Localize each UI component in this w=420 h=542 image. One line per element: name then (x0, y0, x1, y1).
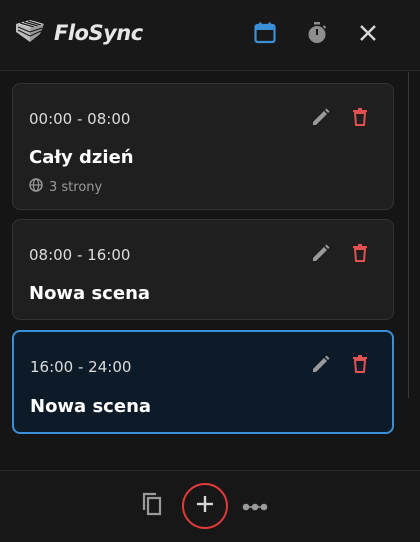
more-icon (241, 497, 269, 516)
scene-title: Cały dzień (29, 147, 134, 168)
logo-icon (14, 18, 48, 48)
stopwatch-button[interactable] (302, 20, 332, 50)
app-header: FloSync (0, 0, 420, 71)
footer-toolbar (0, 471, 420, 542)
more-button[interactable] (240, 495, 270, 517)
scrollbar-track[interactable] (408, 72, 409, 398)
edit-button[interactable] (310, 244, 332, 266)
edit-icon (311, 107, 331, 131)
scene-time: 08:00 - 16:00 (29, 246, 131, 264)
add-icon (195, 494, 215, 518)
globe-icon (29, 178, 43, 196)
edit-icon (311, 243, 331, 267)
scene-time: 00:00 - 08:00 (29, 110, 131, 128)
scene-title: Nowa scena (30, 396, 152, 417)
delete-button[interactable] (349, 108, 371, 130)
app-name: FloSync (54, 21, 143, 45)
scene-card[interactable]: 00:00 - 08:00 Cały dzień 3 strony (12, 83, 394, 210)
close-icon (357, 22, 379, 48)
delete-icon (350, 243, 370, 267)
stopwatch-icon (305, 21, 329, 49)
edit-button[interactable] (310, 355, 332, 377)
delete-button[interactable] (349, 244, 371, 266)
calendar-button[interactable] (250, 20, 280, 50)
copy-icon (140, 491, 164, 521)
app-logo: FloSync (14, 18, 143, 48)
duplicate-button[interactable] (138, 491, 166, 521)
scene-time: 16:00 - 24:00 (30, 358, 132, 376)
scene-card[interactable]: 08:00 - 16:00 Nowa scena (12, 219, 394, 320)
scene-title: Nowa scena (29, 283, 151, 304)
scene-pages-label: 3 strony (49, 179, 103, 195)
delete-button[interactable] (349, 355, 371, 377)
scene-card-active[interactable]: 16:00 - 24:00 Nowa scena (12, 330, 394, 434)
close-button[interactable] (353, 20, 383, 50)
delete-icon (350, 107, 370, 131)
edit-button[interactable] (310, 108, 332, 130)
edit-icon (311, 354, 331, 378)
scene-pages: 3 strony (29, 178, 102, 196)
delete-icon (350, 354, 370, 378)
calendar-icon (253, 21, 277, 49)
add-scene-button[interactable] (182, 483, 228, 529)
